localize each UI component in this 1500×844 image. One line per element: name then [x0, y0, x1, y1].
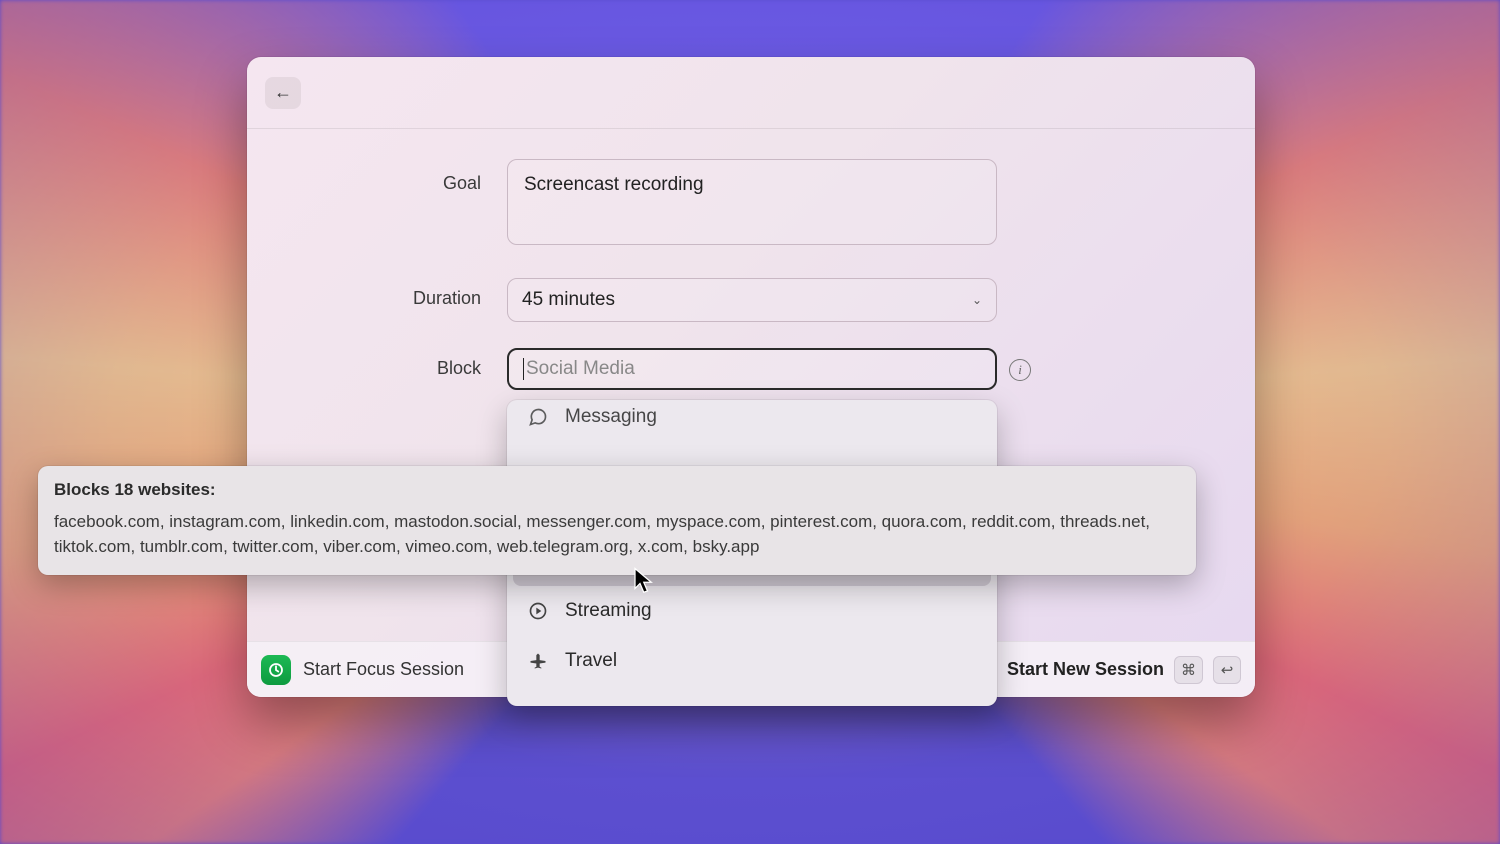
- start-new-session-button[interactable]: Start New Session: [1007, 659, 1164, 680]
- message-icon: [527, 407, 549, 427]
- goal-label: Goal: [307, 159, 507, 194]
- back-button[interactable]: ←: [265, 77, 301, 109]
- dropdown-item-messaging[interactable]: Messaging: [507, 404, 997, 434]
- goal-input[interactable]: [507, 159, 997, 245]
- info-icon[interactable]: i: [1009, 359, 1031, 381]
- dropdown-item-label: Messaging: [565, 406, 657, 428]
- focus-session-window: ← Goal Duration 45 minutes ⌄ Block Socia…: [247, 57, 1255, 697]
- duration-row: Duration 45 minutes ⌄: [307, 278, 1195, 322]
- plane-icon: [527, 651, 549, 671]
- footer-left-label: Start Focus Session: [303, 659, 464, 680]
- goal-row: Goal: [307, 159, 1195, 250]
- tooltip-title: Blocks 18 websites:: [54, 480, 1180, 500]
- dropdown-item-label: Streaming: [565, 600, 652, 622]
- duration-label: Duration: [307, 278, 507, 309]
- titlebar: ←: [247, 57, 1255, 129]
- duration-select[interactable]: 45 minutes ⌄: [507, 278, 997, 322]
- duration-value: 45 minutes: [522, 289, 615, 311]
- dropdown-item-travel[interactable]: Travel: [507, 636, 997, 686]
- footer-left: Start Focus Session: [261, 655, 464, 685]
- kbd-cmd-icon: ⌘: [1174, 656, 1203, 684]
- chevron-down-icon: ⌄: [972, 293, 982, 307]
- block-label: Block: [307, 348, 507, 379]
- dropdown-item-news[interactable]: News: [507, 434, 997, 448]
- play-circle-icon: [527, 601, 549, 621]
- app-badge-icon: [261, 655, 291, 685]
- dropdown-item-streaming[interactable]: Streaming: [507, 586, 997, 636]
- footer-right: Start New Session ⌘ ↩: [1007, 656, 1241, 684]
- block-placeholder: Social Media: [526, 358, 635, 380]
- kbd-enter-icon: ↩: [1213, 656, 1241, 684]
- text-caret: [523, 358, 524, 380]
- block-tooltip: Blocks 18 websites: facebook.com, instag…: [38, 466, 1196, 575]
- form-area: Goal Duration 45 minutes ⌄ Block Social …: [247, 129, 1255, 390]
- tooltip-body: facebook.com, instagram.com, linkedin.co…: [54, 510, 1180, 559]
- block-input[interactable]: Social Media: [507, 348, 997, 390]
- block-row: Block Social Media i Messaging: [307, 348, 1195, 390]
- dropdown-item-label: Travel: [565, 650, 617, 672]
- arrow-left-icon: ←: [274, 82, 292, 103]
